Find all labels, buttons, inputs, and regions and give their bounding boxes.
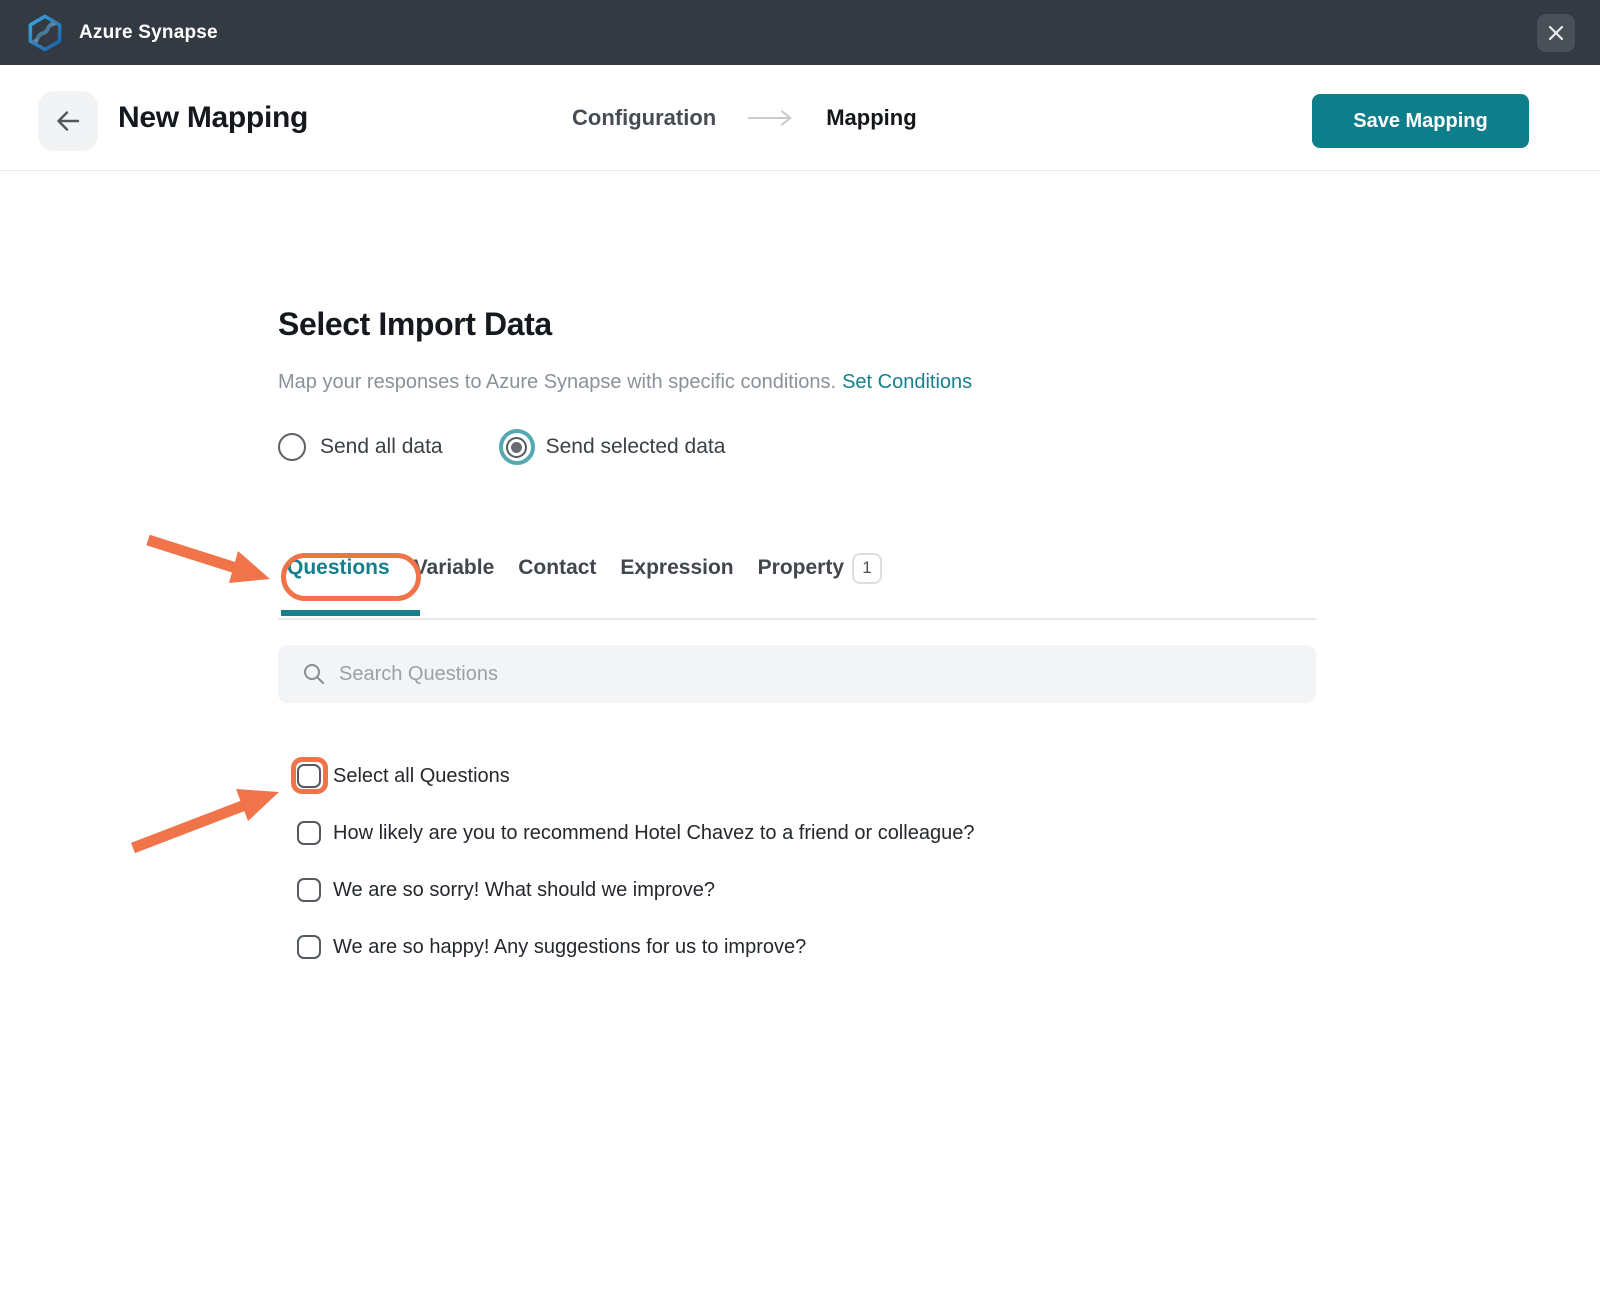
- tabs-divider: [278, 618, 1316, 620]
- select-all-questions-row[interactable]: Select all Questions: [297, 762, 974, 790]
- question-row[interactable]: How likely are you to recommend Hotel Ch…: [297, 819, 974, 847]
- step-arrow-icon: [748, 110, 794, 126]
- search-questions-box: [278, 645, 1316, 703]
- question-list: Select all Questions How likely are you …: [297, 762, 974, 961]
- question-row[interactable]: We are so happy! Any suggestions for us …: [297, 933, 974, 961]
- question-row[interactable]: We are so sorry! What should we improve?: [297, 876, 974, 904]
- annotation-arrow-to-select-all: [133, 789, 279, 848]
- step-configuration[interactable]: Configuration: [572, 105, 716, 131]
- search-icon: [302, 662, 326, 686]
- back-button[interactable]: [38, 91, 98, 151]
- data-source-tabs: Questions Variable Contact Expression Pr…: [287, 551, 882, 585]
- radio-selected-icon: [499, 429, 535, 465]
- app-topbar: Azure Synapse: [0, 0, 1600, 65]
- subtitle-text: Map your responses to Azure Synapse with…: [278, 371, 836, 393]
- question-label: We are so happy! Any suggestions for us …: [333, 936, 806, 959]
- radio-send-selected-data[interactable]: Send selected data: [499, 429, 726, 465]
- tab-contact[interactable]: Contact: [518, 556, 596, 580]
- active-tab-underline: [281, 610, 420, 616]
- radio-unselected-icon: [278, 433, 306, 461]
- close-button[interactable]: [1537, 14, 1575, 52]
- tab-questions[interactable]: Questions: [287, 556, 390, 580]
- close-icon: [1547, 24, 1565, 42]
- question-checkbox[interactable]: [297, 821, 321, 845]
- question-label: We are so sorry! What should we improve?: [333, 879, 715, 902]
- data-scope-radio-group: Send all data Send selected data: [278, 427, 725, 467]
- question-checkbox[interactable]: [297, 878, 321, 902]
- azure-synapse-logo-icon: [26, 14, 64, 52]
- step-mapping[interactable]: Mapping: [826, 105, 916, 131]
- section-heading: Select Import Data: [278, 306, 552, 343]
- radio-send-all-data[interactable]: Send all data: [278, 433, 443, 461]
- tab-property[interactable]: Property 1: [758, 553, 882, 584]
- save-mapping-button[interactable]: Save Mapping: [1312, 94, 1529, 148]
- back-arrow-icon: [54, 107, 82, 135]
- property-count-badge: 1: [852, 553, 882, 584]
- question-checkbox[interactable]: [297, 935, 321, 959]
- breadcrumb: Configuration Mapping: [572, 65, 917, 171]
- select-all-label: Select all Questions: [333, 765, 510, 788]
- section-subtitle: Map your responses to Azure Synapse with…: [278, 371, 972, 394]
- tab-variable[interactable]: Variable: [414, 556, 495, 580]
- search-questions-input[interactable]: [339, 663, 1239, 686]
- page-header: New Mapping Configuration Mapping Save M…: [0, 65, 1600, 171]
- annotation-arrow-to-questions-tab: [148, 540, 270, 583]
- set-conditions-link[interactable]: Set Conditions: [842, 371, 972, 393]
- radio-label: Send all data: [320, 435, 443, 459]
- tab-expression[interactable]: Expression: [620, 556, 733, 580]
- tab-property-label: Property: [758, 556, 844, 580]
- page-title: New Mapping: [118, 65, 308, 171]
- select-all-checkbox[interactable]: [297, 764, 321, 788]
- radio-label: Send selected data: [546, 435, 726, 459]
- question-label: How likely are you to recommend Hotel Ch…: [333, 822, 974, 845]
- app-title: Azure Synapse: [79, 22, 218, 44]
